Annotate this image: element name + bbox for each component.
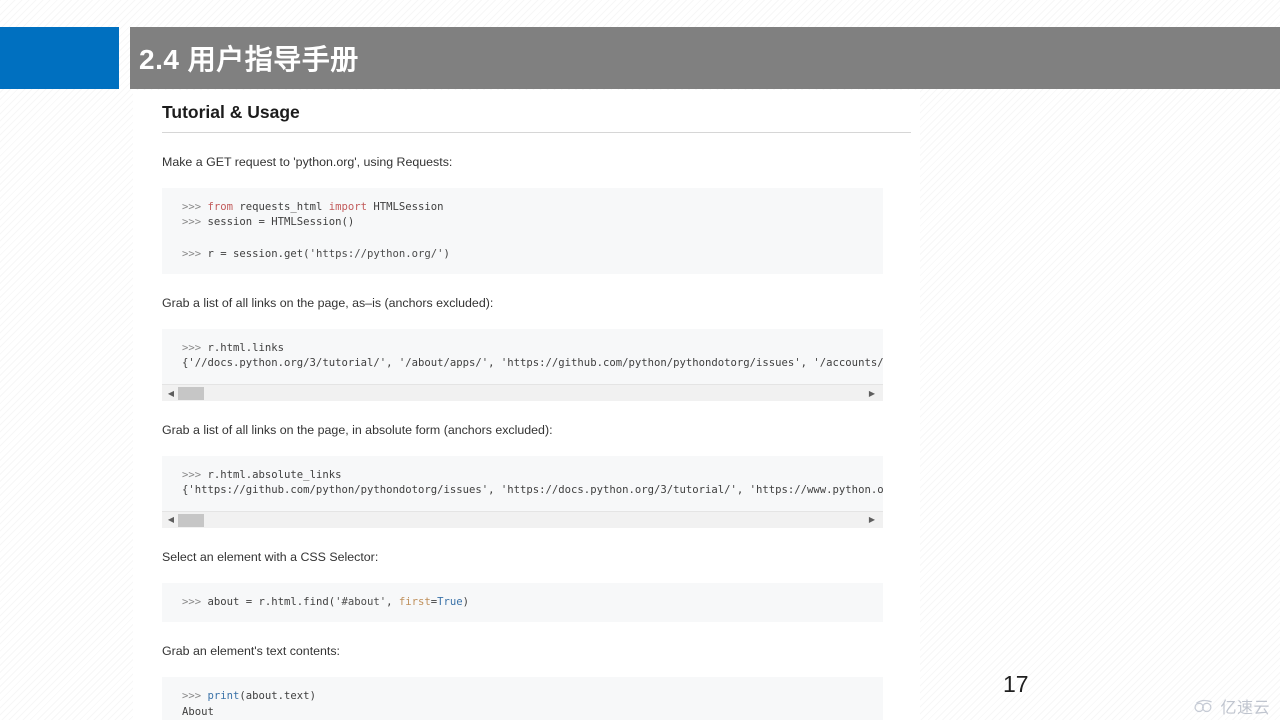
code-token: >>>: [182, 595, 208, 608]
code-block: >>> r.html.absolute_links {'https://githu…: [162, 455, 883, 511]
page-title: 2.4 用户指导手册: [139, 44, 359, 75]
code-token: ,: [386, 595, 399, 608]
code-line: {'//docs.python.org/3/tutorial/', '/abou…: [182, 356, 883, 372]
code-token: ): [443, 247, 450, 260]
code-token: '#about': [335, 595, 387, 608]
code-block: >>> r.html.links {'//docs.python.org/3/tu…: [162, 328, 883, 385]
code-token: True: [437, 595, 463, 608]
paragraph: Grab a list of all links on the page, as…: [162, 296, 494, 311]
code-token: ): [462, 595, 470, 608]
scroll-right-arrow-icon[interactable]: ▶: [865, 385, 879, 402]
code-token: 'https://python.org/': [309, 247, 444, 260]
code-line: >>> from requests_html import HTMLSessio…: [182, 200, 883, 216]
code-line: >>> session = HTMLSession(): [182, 215, 883, 231]
document-panel: Tutorial & Usage Make a GET request to '…: [133, 90, 920, 720]
code-token: r.html.absolute_links: [207, 468, 342, 481]
code-line: {'https://github.com/python/pythondotorg…: [182, 483, 883, 499]
code-token: from: [207, 200, 234, 213]
document-content: Tutorial & Usage Make a GET request to '…: [133, 90, 920, 720]
code-token: >>>: [182, 468, 208, 481]
code-token: >>>: [182, 216, 208, 229]
scrollbar-thumb[interactable]: [178, 513, 204, 527]
header-accent-block: [0, 27, 119, 89]
slide-header: 2.4 用户指导手册: [0, 27, 1280, 89]
document-sections: Make a GET request to 'python.org', usin…: [162, 154, 920, 720]
code-token: >>>: [182, 200, 208, 213]
code-token: {'//docs.python.org/3/tutorial/', '/abou…: [182, 357, 883, 370]
code-token: >>>: [182, 247, 208, 260]
code-block: >>> from requests_html import HTMLSessio…: [162, 187, 883, 275]
code-line: >>> r = session.get('https://python.org/…: [182, 247, 883, 263]
paragraph: Select an element with a CSS Selector:: [162, 549, 379, 564]
code-block: >>> about = r.html.find('#about', first=…: [162, 582, 883, 623]
scroll-left-arrow-icon[interactable]: ◀: [164, 512, 178, 529]
code-line: About: [182, 705, 883, 720]
watermark-text: 亿速云: [1220, 700, 1270, 717]
scrollbar-thumb[interactable]: [178, 387, 204, 401]
code-line: >>> print(about.text): [182, 689, 883, 705]
code-token: import: [328, 200, 367, 213]
code-token: (about.text): [239, 690, 316, 703]
horizontal-scrollbar[interactable]: ◀ ▶: [162, 384, 883, 402]
code-line: >>> r.html.absolute_links: [182, 468, 883, 484]
paragraph: Grab a list of all links on the page, in…: [162, 423, 553, 438]
code-token: r = session.get(: [207, 247, 310, 260]
code-token: session = HTMLSession(): [207, 216, 355, 229]
code-token: first: [398, 595, 431, 608]
code-line: >>> about = r.html.find('#about', first=…: [182, 595, 883, 611]
code-token: >>>: [182, 341, 208, 354]
code-token: {'https://github.com/python/pythondotorg…: [182, 484, 883, 497]
code-token: print: [207, 690, 240, 703]
scroll-right-arrow-icon[interactable]: ▶: [865, 512, 879, 529]
slide-page-number: 17: [1003, 671, 1029, 697]
scroll-left-arrow-icon[interactable]: ◀: [164, 385, 178, 402]
code-token: About: [182, 705, 214, 718]
document-heading: Tutorial & Usage: [162, 90, 911, 133]
paragraph: Make a GET request to 'python.org', usin…: [162, 155, 453, 169]
horizontal-scrollbar[interactable]: ◀ ▶: [162, 510, 883, 529]
watermark: 亿速云: [1193, 694, 1270, 718]
code-token: HTMLSession: [366, 200, 444, 213]
code-block: >>> print(about.text)AboutApplicationsQu…: [162, 677, 883, 720]
paragraph: Grab an element's text contents:: [162, 644, 340, 659]
code-token: requests_html: [233, 200, 329, 213]
code-token: >>>: [182, 690, 208, 703]
code-token: r.html.links: [207, 341, 285, 354]
cloud-icon: [1193, 698, 1215, 714]
code-line: >>> r.html.links: [182, 341, 883, 357]
header-title-bar: 2.4 用户指导手册: [130, 27, 1280, 89]
code-token: about = r.html.find(: [207, 595, 336, 608]
